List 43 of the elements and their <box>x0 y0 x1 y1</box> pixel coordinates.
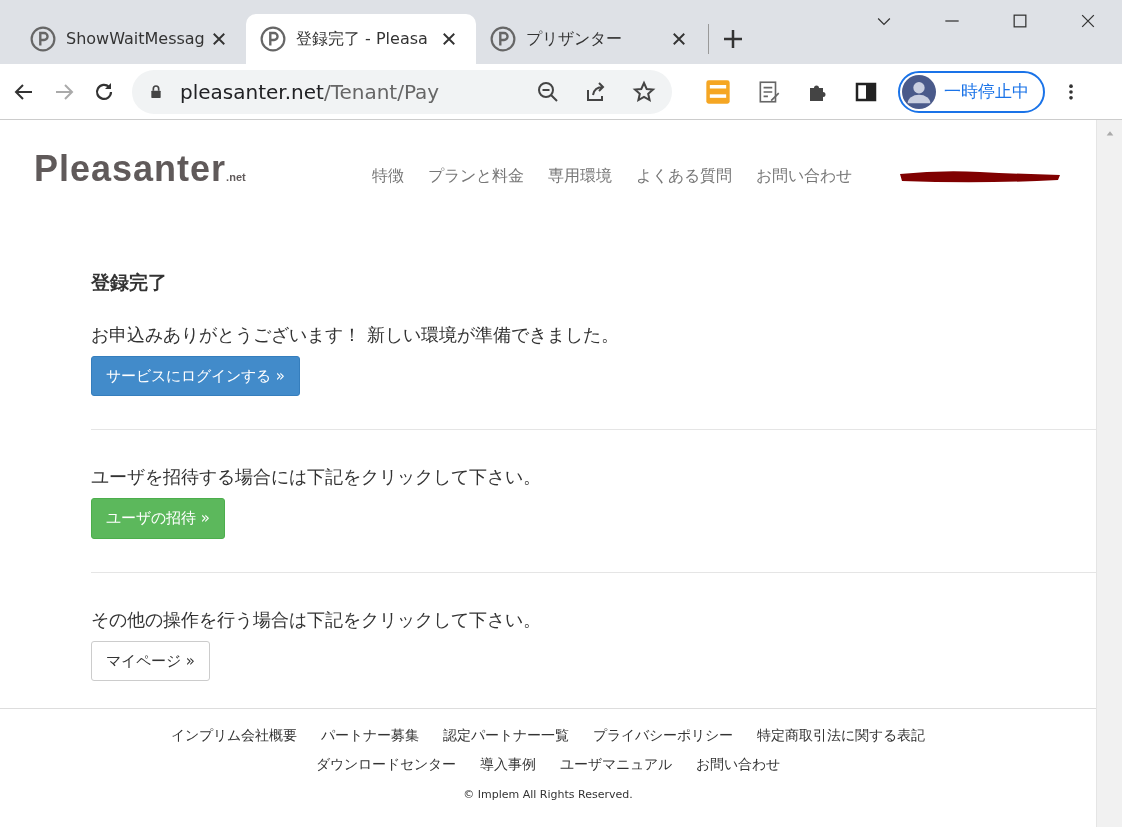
browser-tab[interactable]: プリザンター <box>476 14 706 64</box>
close-icon[interactable] <box>210 30 228 48</box>
message-text: お申込みありがとうございます！ 新しい環境が準備できました。 <box>91 322 620 347</box>
avatar-icon <box>902 74 936 109</box>
footer-link[interactable]: プライバシーポリシー <box>593 724 733 746</box>
browser-tab[interactable]: 登録完了 - Pleasa <box>246 14 476 64</box>
address-bar[interactable]: pleasanter.net/Tenant/Pay <box>132 69 672 114</box>
site-icon <box>260 26 286 52</box>
footer-link[interactable]: インプリム会社概要 <box>171 724 297 746</box>
footer-link[interactable]: パートナー募集 <box>321 724 419 746</box>
footer-link[interactable]: 導入事例 <box>480 753 536 775</box>
browser-tab[interactable]: ShowWaitMessag <box>16 14 246 64</box>
scrollbar[interactable] <box>1096 120 1122 827</box>
site-icon <box>490 26 516 52</box>
star-icon[interactable] <box>632 79 656 104</box>
logo[interactable]: Pleasanter.net <box>34 142 246 196</box>
nav-link[interactable]: よくある質問 <box>636 164 732 188</box>
tab-title: 登録完了 - Pleasa <box>296 28 429 50</box>
footer-link[interactable]: 特定商取引法に関する表記 <box>757 724 925 746</box>
profile-button[interactable]: 一時停止中 <box>898 70 1045 113</box>
nav-link[interactable]: 専用環境 <box>548 164 612 188</box>
nav-link[interactable]: 特徴 <box>372 164 404 188</box>
close-icon[interactable] <box>440 30 458 48</box>
tab-title: プリザンター <box>526 28 623 50</box>
message-text: ユーザを招待する場合には下記をクリックして下さい。 <box>91 465 542 489</box>
site-icon <box>30 26 56 52</box>
lock-icon <box>148 82 164 101</box>
action-button[interactable]: サービスにログインする » <box>91 355 300 396</box>
copyright-text: © Implem All Rights Reserved. <box>463 786 633 803</box>
tab-title: ShowWaitMessag <box>66 28 206 50</box>
nav-link[interactable]: プランと料金 <box>428 164 524 188</box>
zoom-out-icon[interactable] <box>536 79 560 104</box>
page-title: 登録完了 <box>91 270 168 295</box>
url-text: pleasanter.net/Tenant/Pay <box>180 78 440 106</box>
action-button[interactable]: マイページ » <box>91 640 210 681</box>
message-text: その他の操作を行う場合は下記をクリックして下さい。 <box>91 607 542 632</box>
close-icon[interactable] <box>670 30 688 48</box>
footer-link[interactable]: 認定パートナー一覧 <box>443 724 569 746</box>
footer-link[interactable]: ダウンロードセンター <box>316 753 456 775</box>
footer-link[interactable]: お問い合わせ <box>696 753 780 775</box>
nav-link[interactable]: お問い合わせ <box>756 164 852 188</box>
new-tab-icon[interactable] <box>721 27 745 51</box>
footer-link[interactable]: ユーザマニュアル <box>560 753 672 775</box>
